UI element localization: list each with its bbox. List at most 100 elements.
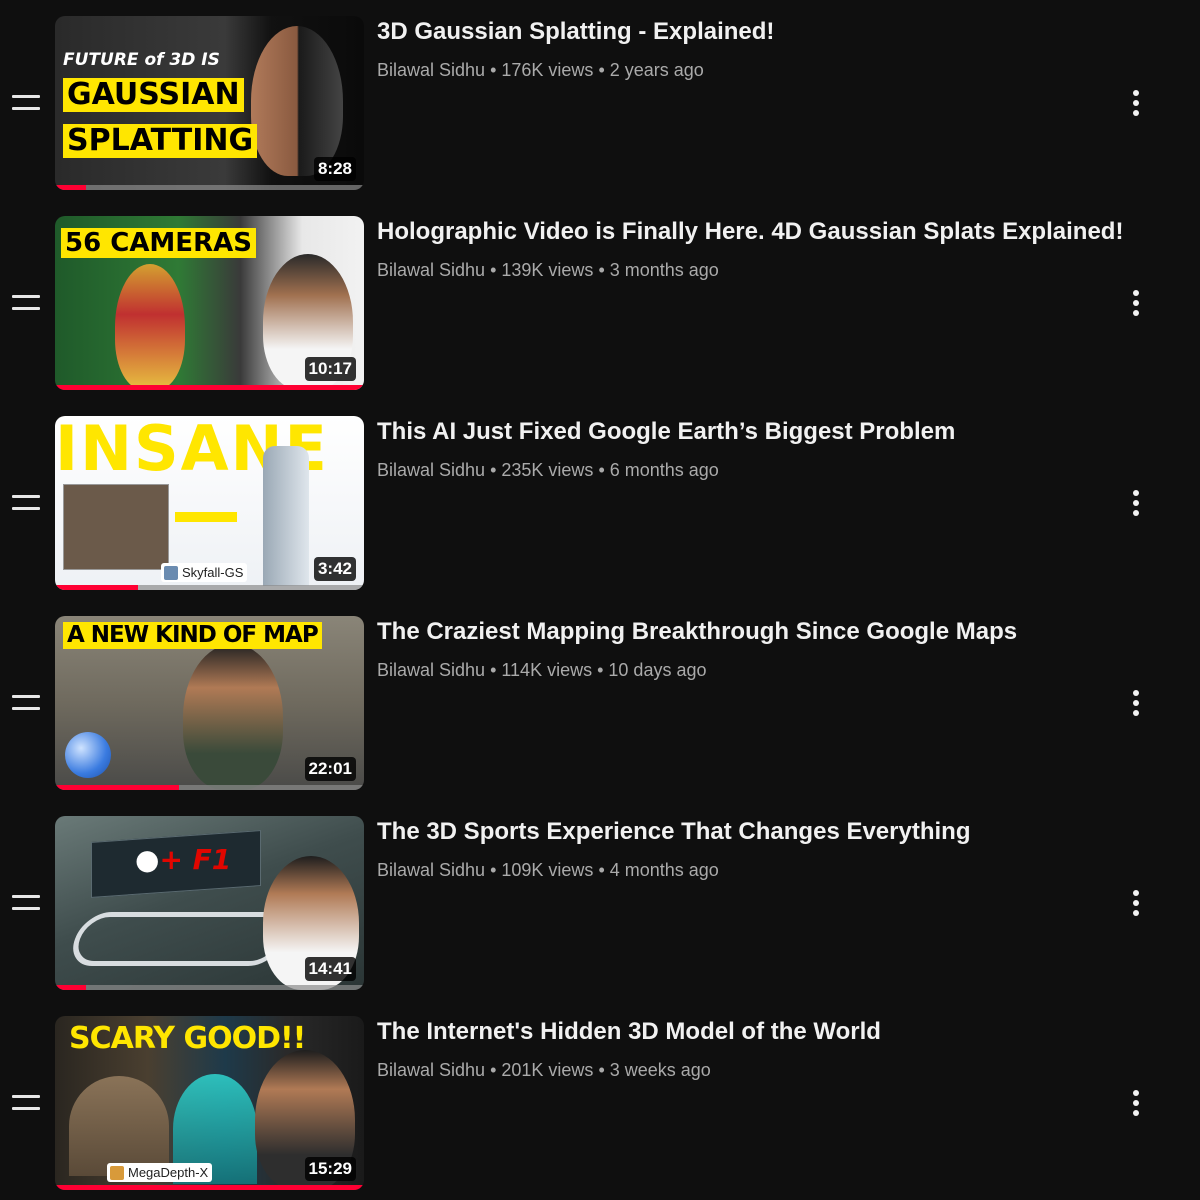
view-count: 109K views [501,860,594,880]
meta-separator: • [597,660,604,680]
watch-progress-fill [55,985,86,990]
meta-separator: • [490,60,497,80]
more-vert-icon[interactable] [1124,1088,1148,1118]
meta-separator: • [598,460,605,480]
video-meta: This AI Just Fixed Google Earth’s Bigges… [377,416,1107,481]
duration-badge: 15:29 [304,1157,356,1181]
thumbnail-person [251,26,343,176]
thumbnail-colosseum [69,1076,169,1176]
watch-progress-fill [55,1185,364,1190]
thumbnail-caption: FUTURE of 3D IS [63,50,220,70]
upload-age: 10 days ago [608,660,707,680]
video-title[interactable]: This AI Just Fixed Google Earth’s Bigges… [377,416,1107,448]
meta-separator: • [490,1060,497,1080]
view-count: 114K views [501,660,593,680]
watch-progress-fill [55,785,179,790]
thumbnail-badge: MegaDepth-X [107,1163,213,1182]
watch-progress-fill [55,385,364,390]
watch-progress-bar [55,185,364,190]
thumbnail-arrow [175,512,237,522]
upload-age: 3 weeks ago [609,1060,711,1080]
playlist-row[interactable]: A NEW KIND OF MAP 22:01 The Craziest Map… [0,600,1200,800]
thumbnail-person [115,264,185,390]
meta-separator: • [490,260,497,280]
channel-name[interactable]: Bilawal Sidhu [377,1060,485,1080]
drag-handle-icon[interactable] [12,93,40,113]
video-title[interactable]: The 3D Sports Experience That Changes Ev… [377,816,1107,848]
view-count: 176K views [501,60,594,80]
drag-handle-icon[interactable] [12,493,40,513]
meta-separator: • [598,860,605,880]
drag-handle-icon[interactable] [12,1093,40,1113]
f1-logo-text: + F1 [159,843,232,876]
playlist-row[interactable]: ●+ F1 14:41 The 3D Sports Experience Tha… [0,800,1200,1000]
more-vert-icon[interactable] [1124,888,1148,918]
video-title[interactable]: Holographic Video is Finally Here. 4D Ga… [377,216,1123,248]
channel-name[interactable]: Bilawal Sidhu [377,460,485,480]
playlist-row[interactable]: FUTURE of 3D IS GAUSSIAN SPLATTING 8:28 … [0,0,1200,200]
badge-label: MegaDepth-X [128,1165,209,1180]
video-subtitle: Bilawal Sidhu • 201K views • 3 weeks ago [377,1060,1107,1081]
badge-label: Skyfall-GS [182,565,244,580]
video-meta: The 3D Sports Experience That Changes Ev… [377,816,1107,881]
view-count: 201K views [501,1060,594,1080]
channel-name[interactable]: Bilawal Sidhu [377,260,485,280]
duration-badge: 10:17 [304,357,356,381]
badge-logo-icon [164,565,178,580]
drag-handle-icon[interactable] [12,893,40,913]
drag-handle-icon[interactable] [12,293,40,313]
playlist-row[interactable]: 56 CAMERAS 10:17 Holographic Video is Fi… [0,200,1200,400]
upload-age: 3 months ago [609,260,719,280]
channel-name[interactable]: Bilawal Sidhu [377,860,485,880]
apple-logo-icon: ● [135,843,160,876]
more-vert-icon[interactable] [1124,288,1148,318]
thumbnail-satellite-image [63,484,169,570]
drag-handle-icon[interactable] [12,693,40,713]
playlist-video-list: FUTURE of 3D IS GAUSSIAN SPLATTING 8:28 … [0,0,1200,1200]
duration-badge: 22:01 [304,757,356,781]
meta-separator: • [598,60,605,80]
view-count: 139K views [501,260,594,280]
duration-badge: 3:42 [313,557,356,581]
video-subtitle: Bilawal Sidhu • 235K views • 6 months ago [377,460,1107,481]
duration-badge: 8:28 [313,157,356,181]
video-title[interactable]: The Craziest Mapping Breakthrough Since … [377,616,1107,648]
more-vert-icon[interactable] [1124,688,1148,718]
thumbnail-person [183,644,283,790]
more-vert-icon[interactable] [1124,88,1148,118]
channel-name[interactable]: Bilawal Sidhu [377,660,485,680]
meta-separator: • [490,460,497,480]
video-thumbnail[interactable]: SCARY GOOD!! MegaDepth-X 15:29 [55,1016,364,1190]
video-meta: The Craziest Mapping Breakthrough Since … [377,616,1107,681]
channel-name[interactable]: Bilawal Sidhu [377,60,485,80]
video-thumbnail[interactable]: INSANE Skyfall-GS 3:42 [55,416,364,590]
video-subtitle: Bilawal Sidhu • 176K views • 2 years ago [377,60,1107,81]
video-title[interactable]: The Internet's Hidden 3D Model of the Wo… [377,1016,1107,1048]
video-thumbnail[interactable]: ●+ F1 14:41 [55,816,364,990]
video-title[interactable]: 3D Gaussian Splatting - Explained! [377,16,1107,48]
upload-age: 4 months ago [609,860,719,880]
thumbnail-badge: Skyfall-GS [161,563,248,582]
meta-separator: • [490,860,497,880]
watch-progress-bar [55,385,364,390]
watch-progress-bar [55,585,364,590]
video-thumbnail[interactable]: 56 CAMERAS 10:17 [55,216,364,390]
view-count: 235K views [501,460,594,480]
video-meta: The Internet's Hidden 3D Model of the Wo… [377,1016,1107,1081]
video-subtitle: Bilawal Sidhu • 109K views • 4 months ago [377,860,1107,881]
thumbnail-caption: A NEW KIND OF MAP [63,622,322,649]
video-thumbnail[interactable]: FUTURE of 3D IS GAUSSIAN SPLATTING 8:28 [55,16,364,190]
watch-progress-bar [55,985,364,990]
meta-separator: • [598,1060,605,1080]
video-meta: Holographic Video is Finally Here. 4D Ga… [377,216,1123,281]
watch-progress-bar [55,785,364,790]
video-thumbnail[interactable]: A NEW KIND OF MAP 22:01 [55,616,364,790]
thumbnail-caption: SPLATTING [63,124,258,158]
more-vert-icon[interactable] [1124,488,1148,518]
playlist-row[interactable]: SCARY GOOD!! MegaDepth-X 15:29 The Inter… [0,1000,1200,1200]
google-earth-logo-icon [65,732,111,778]
upload-age: 6 months ago [609,460,719,480]
playlist-row[interactable]: INSANE Skyfall-GS 3:42 This AI Just Fixe… [0,400,1200,600]
thumbnail-caption: SCARY GOOD!! [69,1021,306,1056]
thumbnail-caption: GAUSSIAN [63,78,244,112]
